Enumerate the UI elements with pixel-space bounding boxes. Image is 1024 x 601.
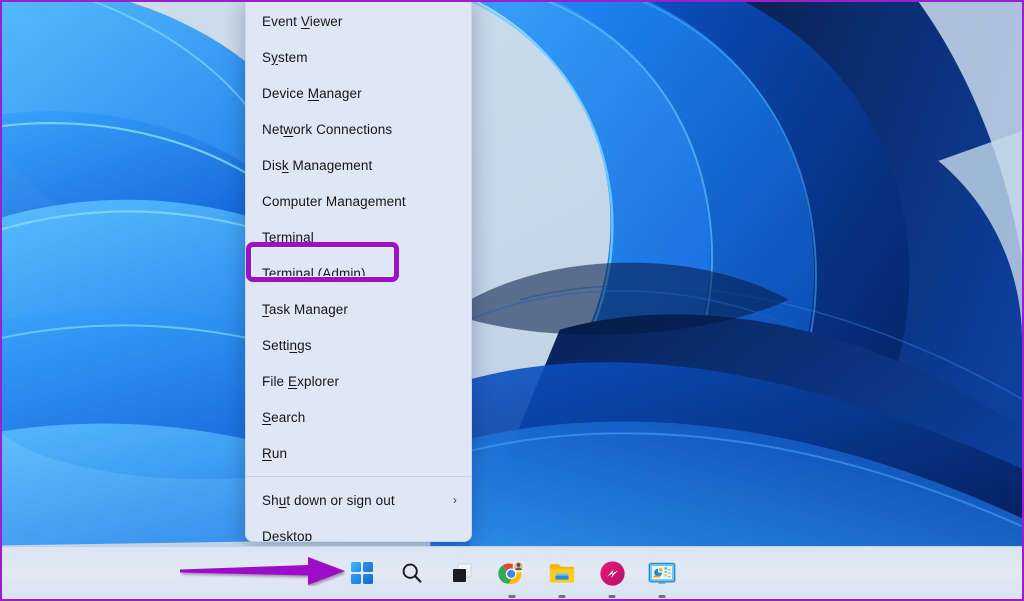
menu-item-label: Search — [262, 410, 457, 425]
menu-item-settings[interactable]: Settings — [246, 327, 471, 363]
menu-item-task-manager[interactable]: Task Manager — [246, 291, 471, 327]
screenshot-frame: Event Viewer System Device Manager Netwo… — [0, 0, 1024, 601]
taskbar-icon-group — [343, 547, 681, 599]
running-indicator — [559, 595, 566, 598]
presentation-app-button[interactable] — [643, 554, 681, 592]
menu-item-label: Desktop — [262, 529, 457, 543]
running-indicator — [609, 595, 616, 598]
menu-item-label: Event Viewer — [262, 14, 457, 29]
menu-item-label: Settings — [262, 338, 457, 353]
pointer-arrow-annotation — [180, 556, 345, 586]
file-explorer-button[interactable] — [543, 554, 581, 592]
running-indicator — [509, 595, 516, 598]
menu-item-terminal[interactable]: Terminal — [246, 219, 471, 255]
menu-item-label: Disk Management — [262, 158, 457, 173]
menu-item-network-connections[interactable]: Network Connections — [246, 111, 471, 147]
chrome-button[interactable] — [493, 554, 531, 592]
chrome-icon — [498, 559, 526, 587]
menu-item-device-manager[interactable]: Device Manager — [246, 75, 471, 111]
menu-item-file-explorer[interactable]: File Explorer — [246, 363, 471, 399]
menu-item-label: Terminal (Admin) — [262, 266, 457, 281]
menu-item-label: Run — [262, 446, 457, 461]
chevron-right-icon: › — [453, 493, 457, 507]
menu-item-label: Computer Management — [262, 194, 457, 209]
task-view-icon — [450, 561, 474, 585]
menu-item-label: Shut down or sign out — [262, 493, 443, 508]
menu-item-system[interactable]: System — [246, 39, 471, 75]
win-x-context-menu[interactable]: Event Viewer System Device Manager Netwo… — [245, 2, 472, 542]
windows-logo-icon — [351, 562, 374, 585]
menu-item-label: System — [262, 50, 457, 65]
task-view-button[interactable] — [443, 554, 481, 592]
menu-item-disk-management[interactable]: Disk Management — [246, 147, 471, 183]
menu-item-event-viewer[interactable]: Event Viewer — [246, 3, 471, 39]
wallpaper-image — [2, 2, 1022, 546]
menu-separator — [246, 476, 471, 477]
search-button[interactable] — [393, 554, 431, 592]
menu-item-terminal-admin[interactable]: Terminal (Admin) — [246, 255, 471, 291]
desktop[interactable]: Event Viewer System Device Manager Netwo… — [2, 2, 1022, 546]
menu-item-label: Task Manager — [262, 302, 457, 317]
menu-item-shut-down-or-sign-out[interactable]: Shut down or sign out › — [246, 482, 471, 518]
folder-icon — [548, 560, 576, 586]
running-indicator — [659, 595, 666, 598]
menu-item-label: File Explorer — [262, 374, 457, 389]
menu-item-run[interactable]: Run — [246, 435, 471, 471]
start-button[interactable] — [343, 554, 381, 592]
menu-item-label: Network Connections — [262, 122, 457, 137]
pink-circle-app-icon — [599, 560, 626, 587]
menu-item-label: Terminal — [262, 230, 457, 245]
pink-app-button[interactable] — [593, 554, 631, 592]
menu-item-label: Device Manager — [262, 86, 457, 101]
presentation-icon — [648, 561, 676, 586]
menu-item-search[interactable]: Search — [246, 399, 471, 435]
search-icon — [400, 561, 424, 585]
taskbar[interactable] — [2, 546, 1022, 599]
menu-item-desktop[interactable]: Desktop — [246, 518, 471, 542]
menu-item-computer-management[interactable]: Computer Management — [246, 183, 471, 219]
